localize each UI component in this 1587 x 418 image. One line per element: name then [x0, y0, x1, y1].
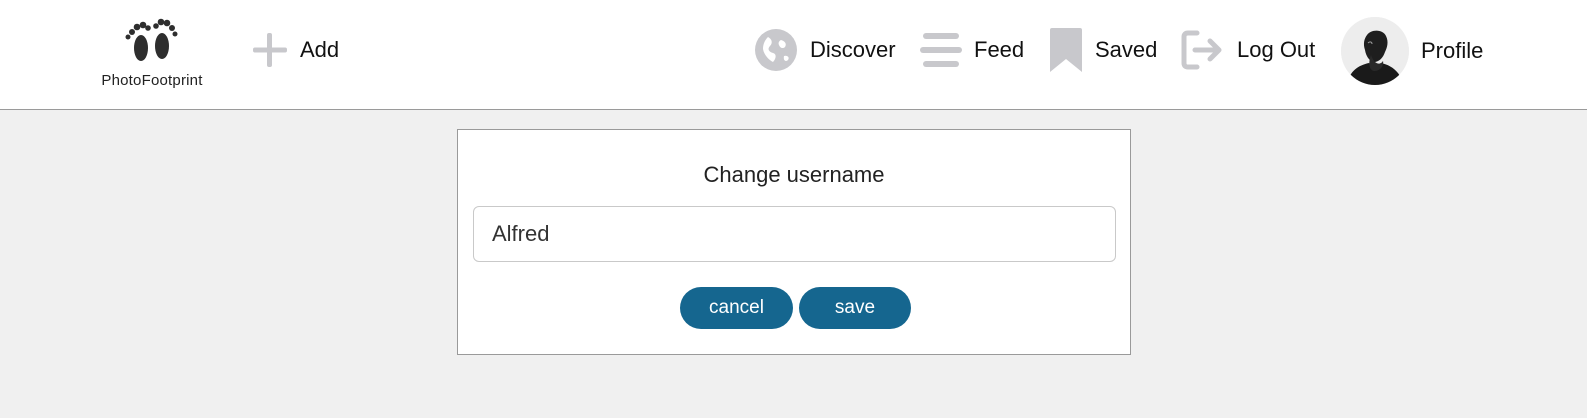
- username-input[interactable]: [473, 206, 1116, 262]
- save-button[interactable]: save: [799, 287, 911, 329]
- nav-saved[interactable]: Saved: [1049, 24, 1157, 76]
- app-logo[interactable]: PhotoFootprint: [92, 14, 212, 94]
- menu-lines-icon: [920, 33, 962, 67]
- app-name: PhotoFootprint: [101, 72, 203, 89]
- profile-label: Profile: [1421, 38, 1484, 63]
- footprints-logo-icon: [125, 18, 178, 61]
- feed-label: Feed: [974, 37, 1025, 62]
- change-username-dialog: Change username cancel save: [457, 129, 1131, 355]
- bookmark-icon: [1050, 28, 1082, 72]
- add-button[interactable]: Add: [252, 24, 339, 76]
- cancel-button[interactable]: cancel: [680, 287, 793, 329]
- add-label: Add: [300, 37, 340, 62]
- nav-profile[interactable]: Profile: [1341, 17, 1483, 85]
- logout-label: Log Out: [1237, 37, 1316, 62]
- nav-discover[interactable]: Discover: [754, 24, 896, 76]
- discover-label: Discover: [810, 37, 896, 62]
- saved-label: Saved: [1095, 37, 1158, 62]
- nav-feed[interactable]: Feed: [920, 24, 1024, 76]
- dialog-title: Change username: [703, 162, 885, 187]
- top-navigation-bar: PhotoFootprint Add Discover Feed Saved L…: [0, 0, 1587, 110]
- profile-avatar: [1341, 17, 1409, 85]
- globe-icon: [755, 29, 797, 71]
- logout-icon: [1181, 30, 1222, 70]
- nav-logout[interactable]: Log Out: [1181, 24, 1315, 76]
- plus-icon: [253, 33, 287, 67]
